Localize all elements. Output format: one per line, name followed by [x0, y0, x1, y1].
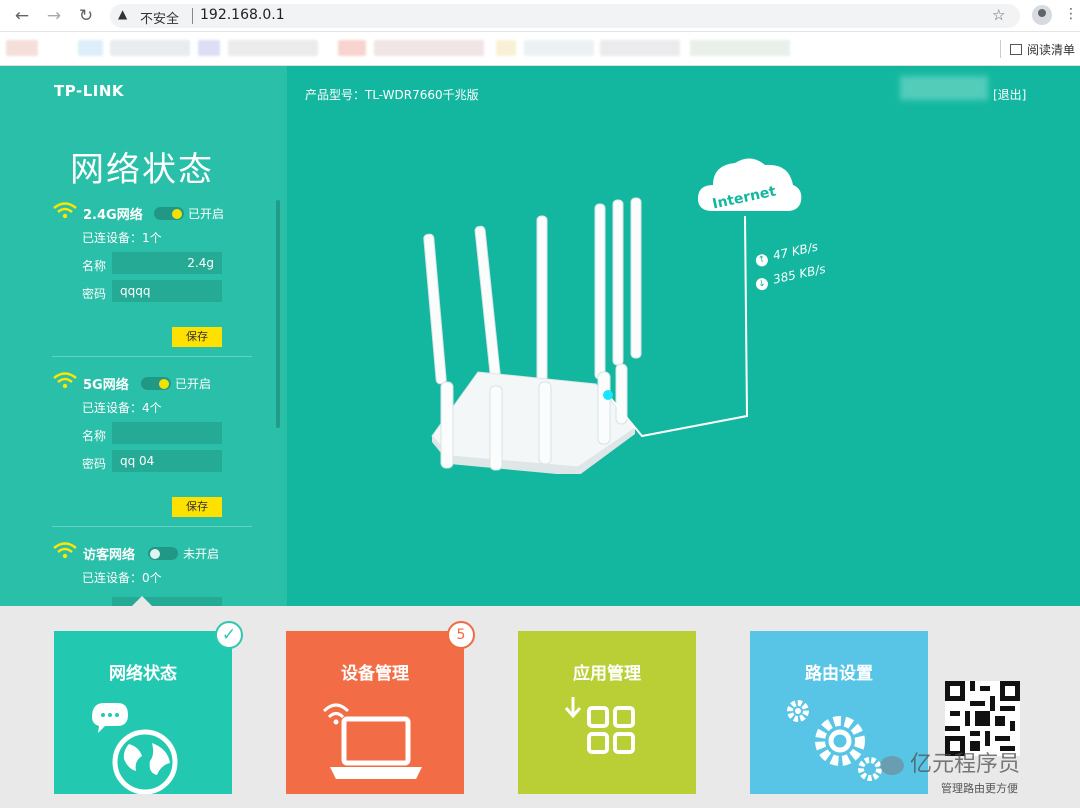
network-5g-toggle[interactable]: [141, 377, 171, 390]
tile-network-status[interactable]: 网络状态: [54, 631, 232, 794]
download-speed: ↓ 385 KB/s: [754, 261, 827, 292]
guest-ssid-field[interactable]: [112, 597, 222, 606]
password-label: 密码: [82, 287, 107, 301]
password-label: 密码: [82, 457, 107, 471]
tile-label: 应用管理: [573, 664, 641, 684]
logout-link[interactable]: [退出]: [993, 86, 1026, 103]
wifi-icon: [53, 372, 77, 389]
connected-devices-text: 已连设备：0个: [82, 571, 162, 585]
ssid-field[interactable]: [112, 422, 222, 444]
back-icon[interactable]: ←: [12, 6, 32, 26]
blurred-bookmark[interactable]: [6, 40, 38, 56]
qr-code[interactable]: [945, 681, 1020, 756]
blurred-bookmark[interactable]: [374, 40, 484, 56]
active-tab-pointer: [132, 596, 152, 606]
brand-logo[interactable]: TP-LINK: [54, 82, 124, 100]
forward-icon[interactable]: →: [44, 6, 64, 26]
url-text[interactable]: 192.168.0.1: [200, 7, 285, 23]
internet-cloud-icon: [697, 158, 802, 211]
wifi-icon: [53, 542, 77, 559]
upload-speed-value: 47 KB/s: [771, 239, 820, 263]
blurred-bookmark[interactable]: [228, 40, 318, 56]
apps-grid-icon: [564, 697, 635, 754]
bookmark-divider: [1000, 40, 1001, 58]
download-arrow-icon: ↓: [754, 276, 770, 292]
blurred-bookmark[interactable]: [110, 40, 190, 56]
network-24g-toggle[interactable]: [154, 207, 184, 220]
laptop-wifi-icon: [322, 703, 422, 779]
tile-label: 网络状态: [109, 664, 177, 684]
connection-line: [603, 216, 749, 438]
bookmarks-bar: 阅读清单: [0, 32, 1080, 66]
address-divider: [192, 8, 193, 24]
network-name: 访客网络: [83, 548, 136, 563]
blurred-bookmark[interactable]: [600, 40, 680, 56]
active-check-icon: ✓: [215, 621, 243, 649]
upload-speed: ↑ 47 KB/s: [754, 240, 819, 268]
reload-icon[interactable]: ↻: [76, 6, 96, 26]
wifi-icon: [53, 202, 77, 219]
watermark: 亿元程序员: [880, 746, 1020, 778]
blurred-bookmark[interactable]: [338, 40, 366, 56]
save-button[interactable]: 保存: [172, 497, 222, 517]
sidebar-scrollbar[interactable]: [276, 200, 280, 428]
blurred-bookmark[interactable]: [524, 40, 594, 56]
connected-devices-text: 已连设备：1个: [82, 231, 162, 245]
qr-caption: 管理路由更方便: [941, 782, 1018, 795]
network-name: 2.4G网络: [83, 208, 143, 223]
more-menu-icon[interactable]: ⋮: [1064, 6, 1078, 22]
reading-list-label: 阅读清单: [1027, 43, 1076, 57]
network-5g-panel: 5G网络 已开启 已连设备：4个 名称 密码 qq 04 保存: [52, 371, 252, 517]
blurred-bookmark[interactable]: [78, 40, 103, 56]
page-title: 网络状态: [70, 150, 214, 190]
blurred-bookmark[interactable]: [496, 40, 516, 56]
download-speed-value: 385 KB/s: [771, 261, 827, 287]
section-divider: [52, 356, 252, 357]
password-field[interactable]: qq 04: [112, 450, 222, 472]
blurred-bookmark[interactable]: [690, 40, 790, 56]
bookmark-star-icon[interactable]: ☆: [992, 6, 1005, 24]
gears-icon: [787, 700, 882, 781]
ssid-label: 名称: [82, 429, 107, 443]
warning-icon[interactable]: ▲: [118, 7, 127, 21]
wechat-icon: [880, 755, 904, 775]
network-state: 已开启: [175, 377, 212, 391]
security-indicator[interactable]: 不安全: [140, 8, 179, 27]
main-navigation: 网络状态 ✓ 设备管理 5 应用管理 路由设置 亿元程序员 管理路由更方便: [0, 606, 1080, 808]
network-name: 5G网络: [83, 378, 129, 393]
reading-list-button[interactable]: 阅读清单: [1010, 41, 1075, 58]
address-bar[interactable]: ▲ 不安全 192.168.0.1: [110, 4, 1020, 28]
save-button[interactable]: 保存: [172, 327, 222, 347]
browser-toolbar: ← → ↻ ▲ 不安全 192.168.0.1 ☆ ⋮: [0, 0, 1080, 32]
upload-arrow-icon: ↑: [754, 253, 769, 268]
network-24g-panel: 2.4G网络 已开启 已连设备：1个 名称 2.4g 密码 qqqq 保存: [52, 201, 252, 347]
reading-list-icon: [1010, 44, 1022, 55]
globe-chat-icon: [92, 703, 178, 794]
connected-devices-text: 已连设备：4个: [82, 401, 162, 415]
device-count-badge: 5: [447, 621, 475, 649]
watermark-text: 亿元程序员: [910, 752, 1021, 777]
router-app: TP-LINK 网络状态 2.4G网络 已开启 已连设备：1个 名称 2.4g 密…: [0, 66, 1080, 606]
network-status-sidebar: TP-LINK 网络状态 2.4G网络 已开启 已连设备：1个 名称 2.4g 密…: [0, 66, 287, 606]
product-model: 产品型号：TL-WDR7660千兆版: [305, 88, 479, 102]
ssid-label: 名称: [82, 259, 107, 273]
tile-device-management[interactable]: 设备管理: [286, 631, 464, 794]
guest-network-panel: 访客网络 未开启 已连设备：0个: [52, 541, 252, 606]
password-field[interactable]: qqqq: [112, 280, 222, 302]
tile-label: 路由设置: [805, 664, 873, 684]
network-state: 已开启: [188, 207, 225, 221]
blurred-username: [900, 76, 988, 100]
tile-app-management[interactable]: 应用管理: [518, 631, 696, 794]
profile-avatar[interactable]: [1032, 5, 1052, 25]
guest-network-toggle[interactable]: [148, 547, 178, 560]
network-state: 未开启: [183, 547, 220, 561]
section-divider: [52, 526, 252, 527]
tile-label: 设备管理: [341, 664, 409, 684]
ssid-field[interactable]: 2.4g: [112, 252, 222, 274]
blurred-bookmark[interactable]: [198, 40, 220, 56]
